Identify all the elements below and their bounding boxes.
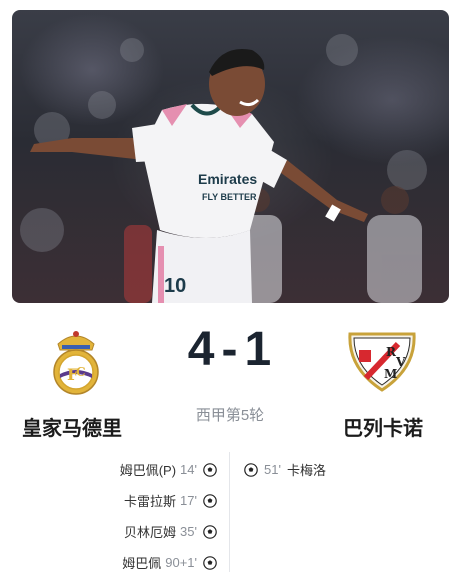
jersey-sponsor-text: Emirates <box>198 171 257 187</box>
svg-text:C: C <box>76 365 86 379</box>
goal-event: 姆巴佩 90+1' <box>17 547 217 578</box>
scorer-name: 卡雷拉斯 <box>124 494 177 509</box>
goal-event: 51' 卡梅洛 <box>244 454 444 485</box>
soccer-ball-icon <box>203 555 217 570</box>
home-score: 4 <box>187 323 216 376</box>
home-team-name[interactable]: 皇家马德里 <box>22 412 122 441</box>
jersey-slogan-text: FLY BETTER <box>202 192 257 202</box>
match-photo: Emirates FLY BETTER 10 <box>12 10 449 303</box>
goal-minute: 90+1' <box>165 555 197 570</box>
goals-divider <box>229 452 230 572</box>
scorer-name: 贝林厄姆 <box>124 525 177 540</box>
scorer-name: 姆巴佩(P) <box>119 463 177 478</box>
goal-minute: 51' <box>264 462 281 477</box>
goal-event: 卡雷拉斯 17' <box>17 485 217 516</box>
svg-text:M: M <box>384 367 397 381</box>
competition-round: 西甲第5轮 <box>195 407 265 424</box>
goal-minute: 35' <box>180 524 197 539</box>
away-team-name[interactable]: 巴列卡诺 <box>343 412 423 441</box>
goal-event: 姆巴佩(P) 14' <box>17 454 217 485</box>
goal-event: 贝林厄姆 35' <box>17 516 217 547</box>
away-score: 1 <box>244 323 273 376</box>
away-goals-list: 51' 卡梅洛 <box>244 454 444 485</box>
soccer-ball-icon <box>244 462 258 477</box>
real-madrid-crest: F C <box>53 331 99 395</box>
scorer-name: 姆巴佩 <box>122 556 162 571</box>
score-separator: - <box>221 323 239 376</box>
scorer-name: 卡梅洛 <box>286 463 326 478</box>
goal-minute: 17' <box>180 493 197 508</box>
rayo-vallecano-crest: R V M <box>348 332 416 392</box>
soccer-ball-icon <box>203 493 217 508</box>
shorts-number: 10 <box>164 275 186 297</box>
player-celebration-image: Emirates FLY BETTER 10 <box>20 34 427 303</box>
goal-minute: 14' <box>180 462 197 477</box>
soccer-ball-icon <box>203 524 217 539</box>
scoreboard: 4-1 <box>150 322 310 377</box>
soccer-ball-icon <box>203 462 217 477</box>
home-goals-list: 姆巴佩(P) 14' 卡雷拉斯 17' 贝林厄姆 35' 姆巴佩 90+1' <box>17 454 217 578</box>
